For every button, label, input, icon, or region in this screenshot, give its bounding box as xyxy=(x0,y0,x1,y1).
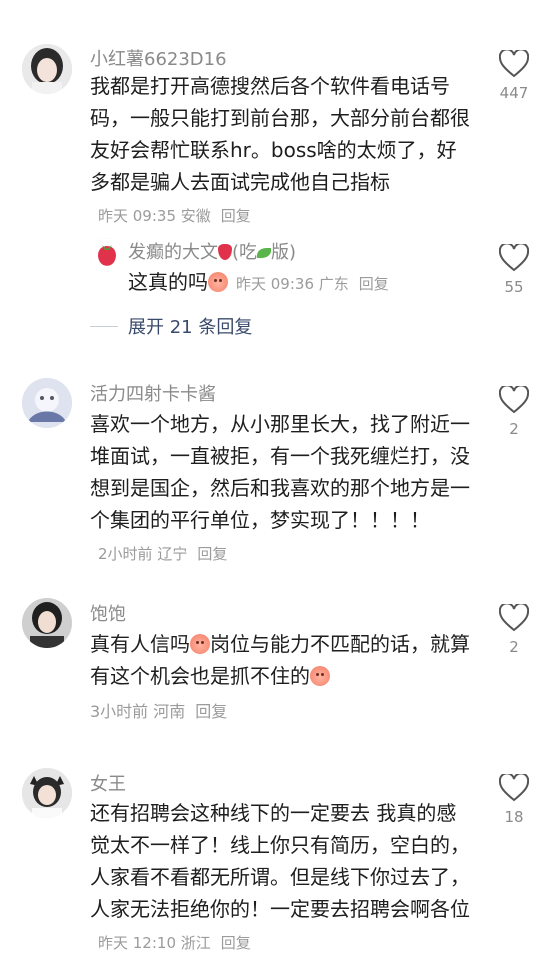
like-button[interactable]: 2 xyxy=(494,604,534,656)
like-button[interactable]: 2 xyxy=(494,386,534,438)
comment-meta: 昨天 12:10 浙江 回复 xyxy=(98,934,251,952)
reply-button[interactable]: 回复 xyxy=(359,275,389,293)
comment-body: 还有招聘会这种线下的一定要去 我真的感觉太不一样了！线上你只有简历，空白的，人家… xyxy=(90,801,470,921)
comment-location: 安徽 xyxy=(180,207,211,225)
avatar[interactable] xyxy=(22,44,72,94)
like-button[interactable]: 18 xyxy=(494,774,534,826)
emoji-icon xyxy=(208,272,228,292)
comment-meta: 2小时前 辽宁 回复 xyxy=(98,545,228,563)
username[interactable]: 活力四射卡卡酱 xyxy=(90,380,216,406)
reply-text: 这真的吗 昨天 09:36 广东 回复 xyxy=(128,270,389,294)
like-count: 18 xyxy=(504,808,524,826)
heart-icon xyxy=(499,386,529,414)
reply-meta: 昨天 09:36 广东 回复 xyxy=(236,275,389,293)
comment-text: 真有人信吗 岗位与能力不匹配的话，就算有这个机会也是抓不住的 xyxy=(90,632,470,688)
expand-replies-button[interactable]: 展开 21 条回复 xyxy=(90,313,252,339)
comment-text: 还有招聘会这种线下的一定要去 我真的感觉太不一样了！线上你只有简历，空白的，人家… xyxy=(90,797,470,959)
reply-button[interactable]: 回复 xyxy=(221,207,251,225)
avatar[interactable] xyxy=(22,768,72,818)
username[interactable]: 小红薯6623D16 xyxy=(90,45,227,71)
avatar[interactable] xyxy=(22,598,72,648)
like-button[interactable]: 55 xyxy=(494,244,534,296)
like-count: 447 xyxy=(499,84,529,102)
heart-icon xyxy=(499,244,529,272)
heart-icon xyxy=(499,50,529,78)
emoji-icon xyxy=(190,634,210,654)
like-count: 55 xyxy=(504,278,524,296)
heart-icon xyxy=(499,774,529,802)
comment-time: 昨天 09:35 xyxy=(98,207,176,225)
expand-line xyxy=(90,325,118,327)
like-count: 2 xyxy=(509,638,519,656)
reply-avatar[interactable] xyxy=(90,238,124,272)
strawberry-icon xyxy=(218,244,232,260)
leaf-icon xyxy=(257,248,272,258)
username[interactable]: 饱饱 xyxy=(90,600,126,626)
reply-username[interactable]: 发癫的大文 (吃 版) xyxy=(128,238,296,264)
heart-icon xyxy=(499,604,529,632)
comment-body: 我都是打开高德搜然后各个软件看电话号码，一般只能打到前台那，大部分前台都很友好会… xyxy=(90,74,470,194)
avatar[interactable] xyxy=(22,378,72,428)
reply-button[interactable]: 回复 xyxy=(221,934,251,952)
like-count: 2 xyxy=(509,420,519,438)
comment-body: 喜欢一个地方，从小那里长大，找了附近一堆面试，一直被拒，有一个我死缠烂打，没想到… xyxy=(90,412,470,532)
comment-text: 我都是打开高德搜然后各个软件看电话号码，一般只能打到前台那，大部分前台都很友好会… xyxy=(90,70,470,232)
comment-meta: 昨天 09:35 安徽 回复 xyxy=(98,207,251,225)
like-button[interactable]: 447 xyxy=(494,50,534,102)
comment-text: 喜欢一个地方，从小那里长大，找了附近一堆面试，一直被拒，有一个我死缠烂打，没想到… xyxy=(90,408,470,570)
reply-button[interactable]: 回复 xyxy=(197,545,227,563)
emoji-icon xyxy=(310,666,330,686)
comment-meta: 3小时前 河南 回复 xyxy=(90,702,228,721)
username[interactable]: 女王 xyxy=(90,770,126,796)
reply-button[interactable]: 回复 xyxy=(195,702,227,721)
